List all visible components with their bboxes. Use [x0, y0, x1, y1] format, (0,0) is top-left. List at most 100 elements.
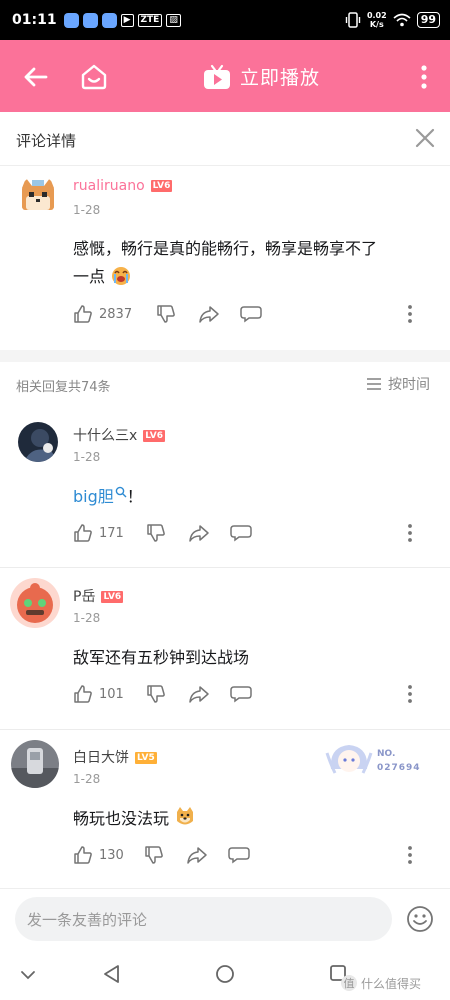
thumb-up-icon [74, 305, 92, 323]
username-text: 十什么三x [73, 428, 138, 444]
like-button[interactable]: 171 [73, 523, 124, 543]
more-vertical-icon[interactable] [404, 684, 416, 704]
home-tv-icon[interactable] [78, 60, 110, 92]
net-speed-unit: K/s [369, 20, 384, 29]
shiba-avatar-icon [22, 178, 54, 210]
app-notification-icon [82, 12, 98, 28]
avatar[interactable] [10, 578, 60, 628]
image-notification-icon: ▨ [166, 13, 181, 27]
status-bar: 01:11 ▶ ZTE ▨ 0.02 K/s 99 [0, 0, 450, 40]
sort-button[interactable]: 按时间 [366, 374, 430, 394]
thumb-down-icon[interactable] [146, 684, 166, 704]
thumb-down-icon[interactable] [146, 523, 166, 543]
comment-date: 1-28 [73, 203, 101, 217]
emoji-icon[interactable] [406, 905, 434, 933]
comment-bubble-icon[interactable] [230, 523, 252, 543]
thumb-down-icon[interactable] [156, 304, 176, 324]
like-count: 101 [99, 686, 124, 702]
comment-input-bar: 发一条友善的评论 [0, 888, 450, 950]
share-icon[interactable] [186, 845, 208, 865]
comment-input-placeholder: 发一条友善的评论 [27, 911, 148, 929]
comment-text: 感慨，畅行是真的能畅行，畅享是畅享不了 一点 [73, 235, 377, 291]
share-icon[interactable] [198, 304, 220, 324]
more-vertical-icon[interactable] [404, 523, 416, 543]
more-vertical-icon[interactable] [414, 62, 434, 92]
comment-actions: 171 [73, 521, 252, 545]
chevron-down-icon[interactable] [20, 970, 36, 980]
level-badge: LV6 [101, 591, 124, 603]
username[interactable]: P岳 LV6 [73, 586, 124, 606]
like-button[interactable]: 2837 [73, 304, 132, 324]
thumb-down-icon[interactable] [144, 845, 164, 865]
level-badge: LV6 [143, 430, 166, 442]
reply-item: P岳 LV6 1-28 敌军还有五秒钟到达战场 101 [0, 568, 450, 730]
back-arrow-icon[interactable] [20, 62, 50, 92]
like-count: 2837 [99, 306, 133, 322]
video-notification-icon: ▶ [120, 13, 134, 27]
comment-text: 畅玩也没法玩 [73, 805, 196, 833]
username-text: 白日大饼 [73, 750, 129, 766]
level-badge: LV5 [135, 752, 157, 764]
status-time: 01:11 [12, 12, 57, 28]
comment-actions: 101 [73, 682, 252, 706]
top-bar: 立即播放 [0, 40, 450, 112]
vibrate-icon [345, 12, 361, 28]
replies-header: 相关回复共74条 按时间 [0, 362, 450, 408]
page-title: 评论详情 [16, 132, 77, 150]
reply-count: 相关回复共74条 [16, 380, 111, 395]
comment-text-line2: 一点 [73, 267, 106, 286]
comment-detail-header: 评论详情 [0, 112, 450, 166]
crying-emoji-icon [112, 267, 131, 285]
like-button[interactable]: 101 [73, 684, 124, 704]
username[interactable]: 白日大饼 LV5 [73, 747, 157, 767]
main-comment: rualiruano LV6 1-28 感慨，畅行是真的能畅行，畅享是畅享不了 一… [0, 166, 450, 350]
like-count: 130 [99, 847, 124, 863]
watermark-text: 什么值得买 [361, 976, 422, 991]
avatar[interactable] [11, 740, 59, 788]
reply-item: 十什么三x LV6 1-28 big胆 ！ 171 [0, 408, 450, 568]
battery-indicator: 99 [416, 12, 440, 28]
comment-input[interactable]: 发一条友善的评论 [15, 897, 392, 941]
username[interactable]: rualiruano LV6 [73, 178, 173, 194]
avatar[interactable] [18, 176, 58, 216]
anime-character-badge-icon [325, 745, 373, 774]
share-icon[interactable] [188, 523, 210, 543]
comment-bubble-icon[interactable] [230, 684, 252, 704]
play-now-button[interactable]: 立即播放 [203, 63, 320, 90]
smzdm-logo-icon: 值 [341, 975, 357, 991]
comment-date: 1-28 [73, 450, 101, 464]
app-notification-icon [63, 12, 79, 28]
more-vertical-icon[interactable] [404, 304, 416, 324]
back-triangle-icon[interactable] [102, 964, 122, 984]
avatar[interactable] [18, 422, 58, 462]
level-badge: LV6 [150, 180, 173, 192]
search-link[interactable]: big胆 [73, 486, 127, 506]
comment-bubble-icon[interactable] [228, 845, 250, 865]
comment-text: big胆 ！ [73, 483, 143, 511]
like-count: 171 [99, 525, 124, 541]
username-text: rualiruano [73, 178, 145, 194]
comment-date: 1-28 [73, 611, 101, 625]
username[interactable]: 十什么三x LV6 [73, 425, 166, 445]
home-circle-icon[interactable] [215, 964, 235, 984]
comment-bubble-icon[interactable] [240, 304, 262, 324]
thumb-up-icon [74, 524, 92, 542]
more-vertical-icon[interactable] [404, 845, 416, 865]
fan-badge-number: 027694 [377, 763, 421, 773]
svg-text:值: 值 [344, 977, 355, 990]
share-icon[interactable] [188, 684, 210, 704]
comment-actions: 130 [73, 843, 250, 867]
comment-text: 敌军还有五秒钟到达战场 [73, 648, 250, 667]
net-speed-value: 0.02 [366, 11, 387, 20]
thumb-up-icon [74, 685, 92, 703]
sort-list-icon [367, 378, 381, 390]
sort-label: 按时间 [388, 377, 430, 393]
watermark: 值 什么值得买 [340, 974, 421, 992]
carrier-tag: ZTE [137, 13, 163, 27]
tv-play-icon [204, 64, 230, 89]
doge-emoji-icon [177, 807, 194, 825]
like-button[interactable]: 130 [73, 845, 124, 865]
net-speed: 0.02 K/s [367, 11, 387, 29]
dark-avatar-icon [24, 429, 58, 462]
close-icon[interactable] [414, 127, 436, 149]
